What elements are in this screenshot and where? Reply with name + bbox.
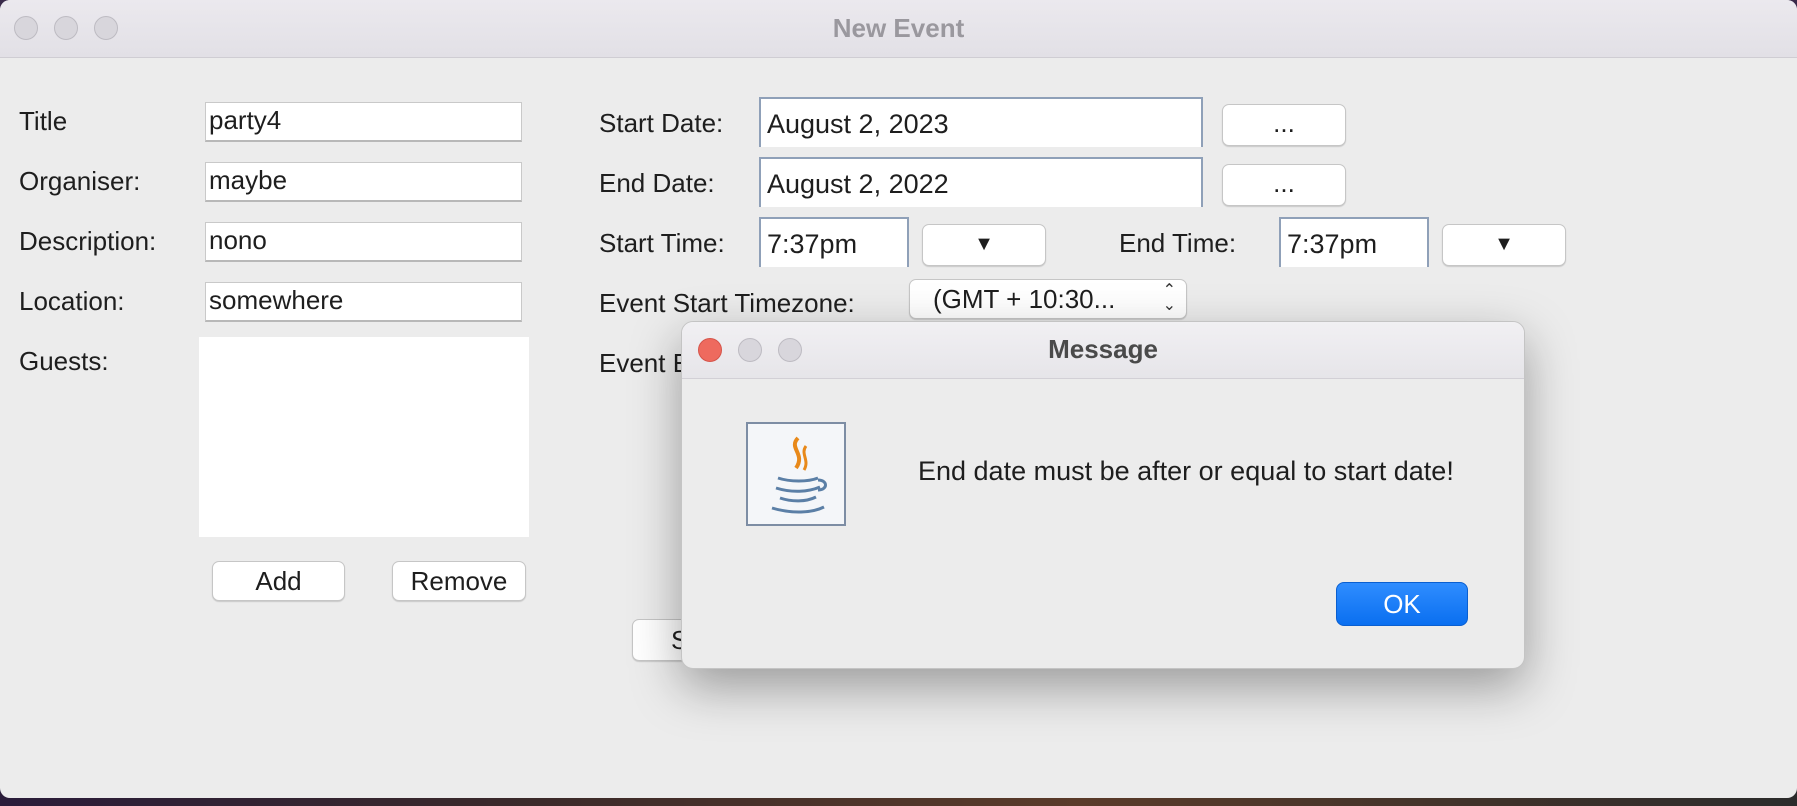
description-field[interactable]: nono (205, 222, 522, 262)
java-icon (746, 422, 846, 526)
remove-guest-button[interactable]: Remove (392, 561, 526, 601)
select-arrows-icon: ⌃ ⌄ (1162, 282, 1176, 314)
dialog-message: End date must be after or equal to start… (918, 456, 1454, 486)
end-time-field[interactable]: 7:37pm (1279, 217, 1429, 267)
description-label: Description: (19, 226, 157, 256)
location-label: Location: (19, 286, 125, 316)
title-field[interactable]: party4 (205, 102, 522, 142)
ok-button[interactable]: OK (1336, 582, 1468, 626)
window-title: New Event (832, 13, 965, 43)
guests-list[interactable] (199, 337, 529, 537)
end-time-dropdown-button[interactable]: ▼ (1442, 224, 1566, 266)
location-field[interactable]: somewhere (205, 282, 522, 322)
organiser-label: Organiser: (19, 166, 141, 196)
add-guest-button[interactable]: Add (212, 561, 345, 601)
start-timezone-select[interactable]: (GMT + 10:30... ⌃ ⌄ (909, 279, 1187, 319)
title-label: Title (19, 106, 68, 136)
start-date-field[interactable]: August 2, 2023 (759, 97, 1203, 147)
start-time-field[interactable]: 7:37pm (759, 217, 909, 267)
end-date-field[interactable]: August 2, 2022 (759, 157, 1203, 207)
end-time-label: End Time: (1119, 228, 1237, 258)
dialog-titlebar: Message (682, 322, 1524, 379)
end-date-label: End Date: (599, 168, 715, 198)
organiser-field[interactable]: maybe (205, 162, 522, 202)
start-timezone-value: (GMT + 10:30... (933, 284, 1116, 314)
guests-label: Guests: (19, 346, 109, 376)
end-timezone-label-partial: Event E (599, 348, 691, 378)
start-date-picker-button[interactable]: ... (1222, 104, 1346, 146)
end-date-picker-button[interactable]: ... (1222, 164, 1346, 206)
start-time-dropdown-button[interactable]: ▼ (922, 224, 1046, 266)
dialog-title: Message (1048, 334, 1158, 364)
window-titlebar: New Event (0, 0, 1797, 58)
start-date-label: Start Date: (599, 108, 724, 138)
start-time-label: Start Time: (599, 228, 725, 258)
message-dialog: Message End date must be after or equal … (681, 321, 1525, 669)
start-timezone-label: Event Start Timezone: (599, 288, 855, 318)
